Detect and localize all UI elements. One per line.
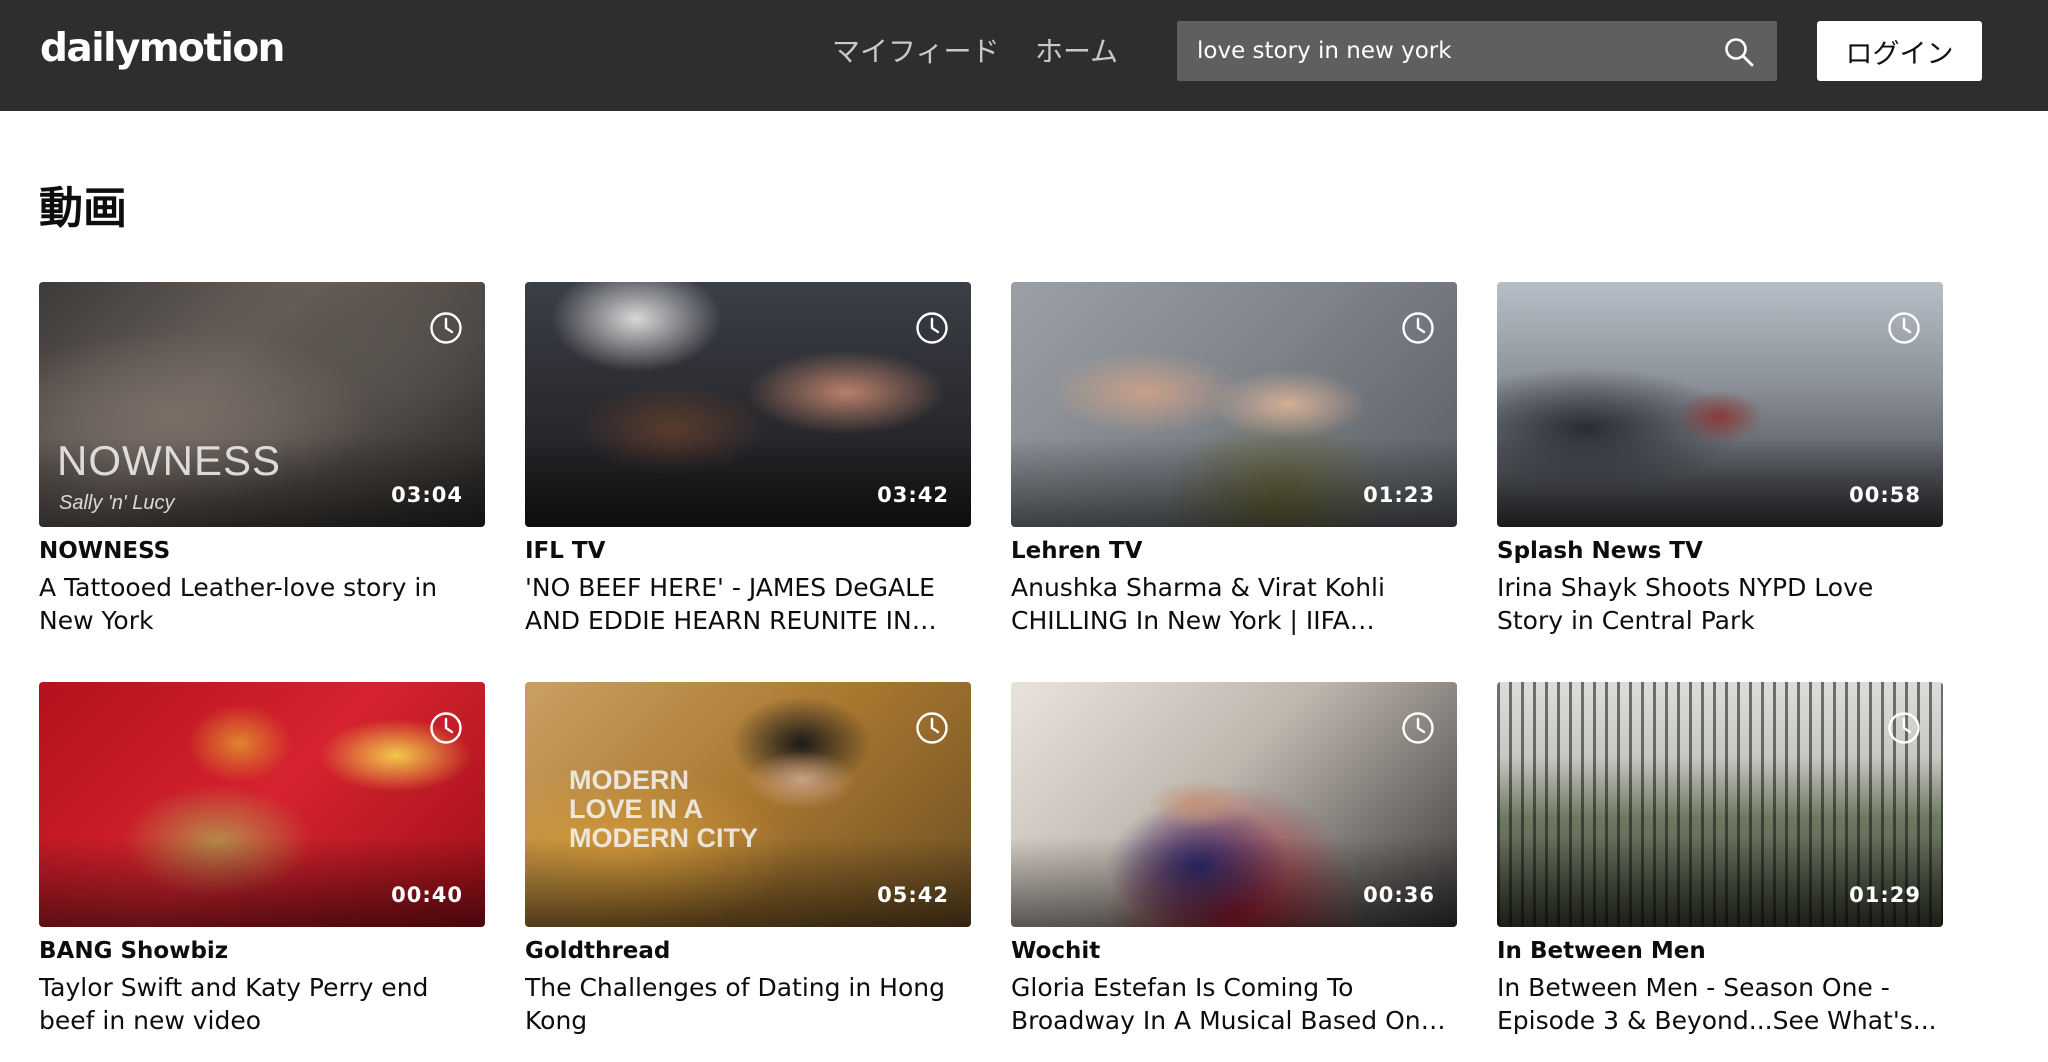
top-header: dailymotion マイフィード ホーム ログイン (0, 0, 2048, 111)
thumbnail-shade (1497, 837, 1943, 927)
dailymotion-logo[interactable]: dailymotion (40, 26, 285, 71)
watch-later-icon[interactable] (429, 711, 463, 745)
thumbnail-overlay-logo: NOWNESS (57, 437, 282, 484)
video-card[interactable]: 00:36 Wochit Gloria Estefan Is Coming To… (1011, 682, 1457, 1037)
video-duration: 00:36 (1363, 883, 1435, 907)
video-title[interactable]: A Tattooed Leather-love story in New Yor… (39, 571, 485, 637)
thumbnail-shade (1497, 437, 1943, 527)
login-button[interactable]: ログイン (1817, 21, 1982, 81)
video-card[interactable]: 03:42 IFL TV 'NO BEEF HERE' - JAMES DeGA… (525, 282, 971, 637)
video-duration: 03:42 (877, 483, 949, 507)
video-thumbnail[interactable]: 00:40 (39, 682, 485, 927)
thumbnail-shade (1011, 437, 1457, 527)
video-card[interactable]: 01:29 In Between Men In Between Men - Se… (1497, 682, 1943, 1037)
video-duration: 00:40 (391, 883, 463, 907)
thumbnail-overlay-text: MODERN LOVE IN A MODERN CITY (569, 765, 758, 853)
video-title[interactable]: 'NO BEEF HERE' - JAMES DeGALE AND EDDIE … (525, 571, 971, 637)
watch-later-icon[interactable] (915, 311, 949, 345)
watch-later-icon[interactable] (1401, 711, 1435, 745)
video-thumbnail[interactable]: 00:58 (1497, 282, 1943, 527)
channel-name[interactable]: Wochit (1011, 936, 1457, 966)
channel-name[interactable]: IFL TV (525, 536, 971, 566)
video-title[interactable]: Gloria Estefan Is Coming To Broadway In … (1011, 971, 1457, 1037)
channel-name[interactable]: Goldthread (525, 936, 971, 966)
channel-name[interactable]: In Between Men (1497, 936, 1943, 966)
section-title-videos: 動画 (39, 183, 127, 234)
video-thumbnail[interactable]: 01:29 (1497, 682, 1943, 927)
video-duration: 01:23 (1363, 483, 1435, 507)
channel-name[interactable]: NOWNESS (39, 536, 485, 566)
watch-later-icon[interactable] (429, 311, 463, 345)
video-title[interactable]: The Challenges of Dating in Hong Kong (525, 971, 971, 1037)
video-title[interactable]: Irina Shayk Shoots NYPD Love Story in Ce… (1497, 571, 1943, 637)
video-thumbnail[interactable]: NOWNESS Sally 'n' Lucy 03:04 (39, 282, 485, 527)
search-icon[interactable] (1723, 36, 1755, 68)
video-duration: 05:42 (877, 883, 949, 907)
video-duration: 00:58 (1849, 483, 1921, 507)
thumbnail-overlay-caption: Sally 'n' Lucy (59, 492, 175, 514)
video-thumbnail[interactable]: 03:42 (525, 282, 971, 527)
video-duration: 03:04 (391, 483, 463, 507)
video-card[interactable]: 00:58 Splash News TV Irina Shayk Shoots … (1497, 282, 1943, 637)
nav-home[interactable]: ホーム (1035, 30, 1118, 70)
watch-later-icon[interactable] (1887, 711, 1921, 745)
video-card[interactable]: 00:40 BANG Showbiz Taylor Swift and Katy… (39, 682, 485, 1037)
video-thumbnail[interactable]: 00:36 (1011, 682, 1457, 927)
watch-later-icon[interactable] (1887, 311, 1921, 345)
thumbnail-shade (525, 437, 971, 527)
channel-name[interactable]: Splash News TV (1497, 536, 1943, 566)
video-duration: 01:29 (1849, 883, 1921, 907)
watch-later-icon[interactable] (1401, 311, 1435, 345)
thumbnail-shade (1011, 837, 1457, 927)
video-title[interactable]: In Between Men - Season One - Episode 3 … (1497, 971, 1943, 1037)
video-thumbnail[interactable]: MODERN LOVE IN A MODERN CITY 05:42 (525, 682, 971, 927)
video-card[interactable]: NOWNESS Sally 'n' Lucy 03:04 NOWNESS A T… (39, 282, 485, 637)
thumbnail-shade (39, 837, 485, 927)
channel-name[interactable]: BANG Showbiz (39, 936, 485, 966)
video-card[interactable]: MODERN LOVE IN A MODERN CITY 05:42 Goldt… (525, 682, 971, 1037)
video-thumbnail[interactable]: 01:23 (1011, 282, 1457, 527)
nav-my-feed[interactable]: マイフィード (832, 30, 999, 70)
search-box (1177, 21, 1777, 81)
video-title[interactable]: Anushka Sharma & Virat Kohli CHILLING In… (1011, 571, 1457, 637)
video-title[interactable]: Taylor Swift and Katy Perry end beef in … (39, 971, 485, 1037)
video-card[interactable]: 01:23 Lehren TV Anushka Sharma & Virat K… (1011, 282, 1457, 637)
watch-later-icon[interactable] (915, 711, 949, 745)
search-input[interactable] (1177, 21, 1707, 81)
channel-name[interactable]: Lehren TV (1011, 536, 1457, 566)
